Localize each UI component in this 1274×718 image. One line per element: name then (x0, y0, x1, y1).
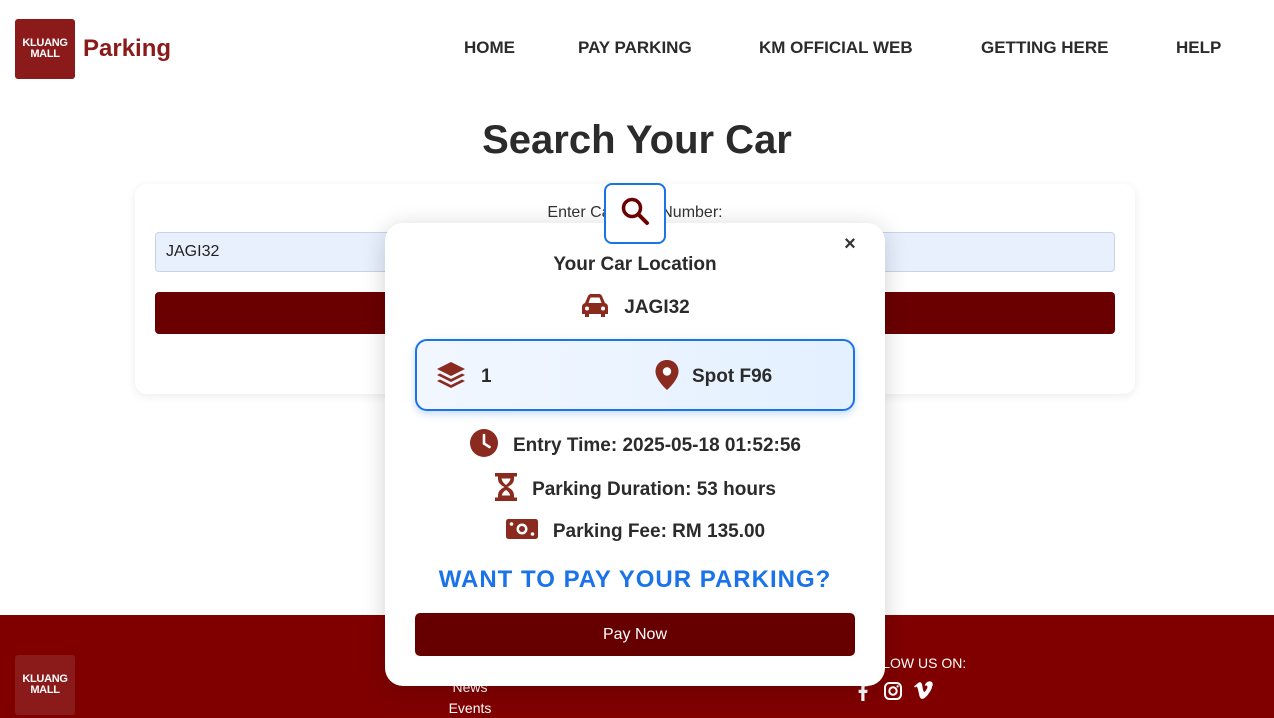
nav-km-official-web[interactable]: KM OFFICIAL WEB (759, 38, 913, 58)
pay-parking-cta[interactable]: WANT TO PAY YOUR PARKING? (385, 566, 885, 594)
money-icon (505, 516, 539, 548)
nav-pay-parking[interactable]: PAY PARKING (578, 38, 692, 58)
instagram-icon[interactable] (883, 681, 903, 701)
modal-title: Your Car Location (553, 254, 717, 275)
duration-row: Parking Duration: 53 hours (385, 472, 885, 508)
footer-logo-line2: MALL (30, 684, 60, 696)
parking-fee: Parking Fee: RM 135.00 (552, 521, 766, 542)
search-icon (620, 196, 650, 231)
parking-level: 1 (481, 366, 492, 387)
page-title: Search Your Car (482, 118, 792, 162)
parking-spot-box: 1 Spot F96 (415, 339, 855, 411)
main-nav: HOME PAY PARKING KM OFFICIAL WEB GETTING… (0, 38, 1274, 60)
site-header: KLUANG MALL Parking HOME PAY PARKING KM … (0, 0, 1274, 100)
parking-duration: Parking Duration: 53 hours (532, 479, 776, 500)
modal-search-badge (604, 183, 666, 244)
nav-home[interactable]: HOME (464, 38, 515, 58)
plate-row: JAGI32 (385, 293, 885, 323)
clock-icon (469, 428, 499, 464)
car-icon (580, 293, 610, 324)
hourglass-icon (494, 472, 518, 508)
plate-number: JAGI32 (624, 297, 690, 318)
map-pin-icon (654, 359, 680, 396)
nav-getting-here[interactable]: GETTING HERE (981, 38, 1109, 58)
layers-icon (435, 359, 467, 396)
entry-time: Entry Time: 2025-05-18 01:52:56 (513, 435, 801, 456)
footer-logo[interactable]: KLUANG MALL (15, 655, 75, 715)
close-modal-button[interactable]: × (841, 234, 859, 254)
pay-now-button[interactable]: Pay Now (415, 613, 855, 656)
vimeo-icon[interactable] (913, 681, 933, 701)
nav-help[interactable]: HELP (1176, 38, 1221, 58)
entry-time-row: Entry Time: 2025-05-18 01:52:56 (385, 428, 885, 464)
car-location-modal: × Your Car Location JAGI32 1 Spot F96 En… (385, 183, 885, 686)
footer-link-events[interactable]: Events (420, 700, 520, 718)
parking-spot: Spot F96 (692, 366, 773, 387)
fee-row: Parking Fee: RM 135.00 (385, 516, 885, 548)
